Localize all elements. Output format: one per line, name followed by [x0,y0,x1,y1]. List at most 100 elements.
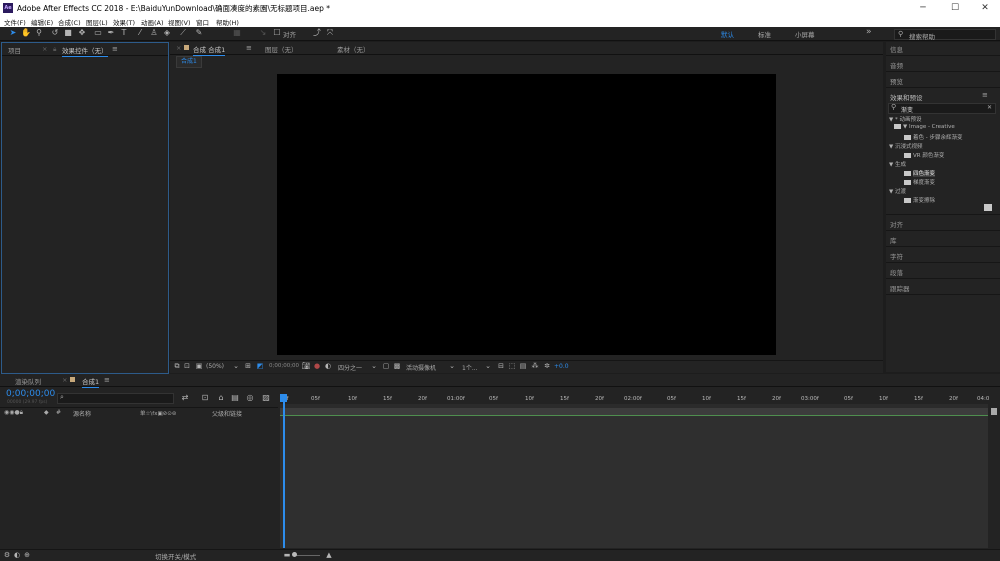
frame-blending-icon[interactable]: ▤ [230,393,240,403]
transparency-toggle-icon[interactable]: ▩ [392,361,402,371]
close-button[interactable]: ✕ [970,0,1000,16]
tree-item[interactable]: 梯度渐变 [904,178,935,186]
camera-caret-icon[interactable]: ⌄ [447,361,457,371]
panel-paragraph[interactable]: 段落 [890,267,903,277]
panel-align[interactable]: 对齐 [890,219,903,229]
minimize-button[interactable]: ─ [908,0,938,16]
views-caret-icon[interactable]: ⌄ [483,361,493,371]
tree-item-selected[interactable]: 四色渐变 [904,169,936,177]
fast-previews-icon[interactable]: ⬚ [507,361,517,371]
panel-menu-icon[interactable]: ≡ [112,45,118,53]
type-tool-icon[interactable]: T [119,28,129,38]
tree-item[interactable]: ▼ 沉浸式视频 [889,142,922,150]
effects-search-field[interactable]: ⚲ 渐变 ✕ [888,103,996,114]
workspace-standard[interactable]: 标准 [758,29,771,39]
toggle-stretch-icon[interactable]: ⊕ [22,550,32,560]
rotate-tool-icon[interactable]: ↺ [50,28,60,38]
timeline-panel-menu-icon[interactable]: ≡ [104,376,110,384]
toggle-switches-icon[interactable]: ⚙ [2,550,12,560]
effects-panel-menu-icon[interactable]: ≡ [982,91,988,99]
flowchart-icon[interactable]: ⁂ [530,361,540,371]
menu-edit[interactable]: 编辑(E) [31,17,53,27]
magnification-dropdown[interactable]: (50%) [206,363,224,370]
always-preview-icon[interactable]: ⧉ [172,361,182,371]
comp-mini-flowchart-icon[interactable]: ⇄ [180,393,190,403]
more-workspaces-button[interactable]: » [866,27,872,37]
composition-canvas[interactable] [277,74,776,355]
tree-item[interactable]: ▼ Image - Creative [894,124,955,130]
zoom-tool-icon[interactable]: ⚲ [34,28,44,38]
eraser-tool-icon[interactable]: ◈ [162,28,172,38]
timeline-search-field[interactable]: ⌕ [57,393,174,404]
extend-icon[interactable]: ↘ [258,28,268,38]
tab-render-queue[interactable]: 渲染队列 [15,376,41,386]
graph-editor-icon[interactable]: ▨ [261,393,271,403]
zoom-slider-handle[interactable] [292,552,297,557]
tab-timeline-comp[interactable]: 合成1 [82,376,100,388]
layer-list[interactable] [0,418,278,548]
lock-icon[interactable]: 🔒︎ [53,45,56,54]
resolution-dropdown[interactable]: 四分之一 [338,363,362,372]
tree-item[interactable]: 着色 - 步骤余辉渐变 [904,133,962,141]
safe-margins-icon[interactable]: ⊞ [243,361,253,371]
av-features-icon[interactable]: ◉◉●🔒︎ [4,409,23,417]
pen-tool-icon[interactable]: ✒ [106,28,116,38]
panel-info[interactable]: 信息 [890,44,903,54]
anchor-tool-icon[interactable]: ✥ [77,28,87,38]
motion-blur-icon[interactable]: ◎ [245,393,255,403]
zoom-in-icon[interactable]: ▲ [324,550,334,560]
shy-layers-icon[interactable]: ⌂ [216,393,226,403]
panel-character[interactable]: 字符 [890,251,903,261]
puppet-tool-icon[interactable]: ✎ [194,28,204,38]
tab-effect-controls[interactable]: 效果控件（无） [62,45,108,57]
mask-visibility-icon[interactable]: ▣ [194,361,204,371]
clone-stamp-tool-icon[interactable]: ♙ [149,28,159,38]
resolution-caret-icon[interactable]: ⌄ [231,361,241,371]
tree-item[interactable]: VR 颜色渐变 [904,151,944,159]
comp-duration-bar[interactable] [280,408,988,416]
align-checkbox-icon[interactable]: ☐ [272,28,282,38]
camera-dropdown[interactable]: 活动摄像机 [406,363,436,372]
snap-icon[interactable]: ⤴ [312,28,322,38]
timeline-tracks[interactable] [280,416,988,548]
close-icon[interactable]: × [42,45,47,53]
tab-project[interactable]: 项目 [8,45,21,55]
zoom-slider-track[interactable] [294,555,320,556]
menu-view[interactable]: 视图(V) [168,17,191,27]
menu-animation[interactable]: 动画(A) [141,17,164,27]
clear-search-icon[interactable]: ✕ [987,104,992,111]
camera-tool-icon[interactable]: ■ [63,28,73,38]
time-ruler[interactable]: 0f 05f 10f 15f 20f 01:00f 05f 10f 15f 20… [280,392,989,404]
panel-tracker[interactable]: 跟踪器 [890,283,910,293]
composition-breadcrumb[interactable]: 合成1 [176,56,202,68]
timeline-icon[interactable]: ▤ [518,361,528,371]
rectangle-tool-icon[interactable]: ▭ [93,28,103,38]
tree-item[interactable]: 渐变擦除 [904,196,935,204]
comp-end-marker-icon[interactable] [991,408,997,415]
show-channel-icon[interactable]: ● [312,361,322,371]
viewer-panel-menu-icon[interactable]: ≡ [246,44,252,52]
panel-effects-presets-title[interactable]: 效果和预设 [890,92,923,102]
tree-item[interactable]: ▼ 过渡 [889,187,906,195]
draft-3d-icon[interactable]: ⊡ [200,393,210,403]
snapping-icon[interactable]: ▦ [232,28,242,38]
tab-footage[interactable]: 素材（无） [337,44,370,54]
grid-overlay-icon[interactable]: ⊡ [182,361,192,371]
views-dropdown[interactable]: 1个... [462,363,478,372]
tab-layer[interactable]: 图层（无） [265,44,298,54]
workspace-default[interactable]: 默认 [721,29,734,39]
current-time-indicator[interactable] [283,394,285,548]
menu-window[interactable]: 窗口 [196,17,209,27]
close-icon[interactable]: × [62,376,67,384]
transparency-grid-icon[interactable]: ◩ [255,361,265,371]
resolution-caret-icon[interactable]: ⌄ [369,361,379,371]
menu-layer[interactable]: 图层(L) [86,17,108,27]
toggle-pixel-aspect-icon[interactable]: ⊟ [496,361,506,371]
maximize-button[interactable]: ☐ [940,0,970,16]
tab-composition[interactable]: 合成 合成1 [193,44,226,56]
expand-icon[interactable]: ⤧ [325,28,335,38]
zoom-out-icon[interactable]: ▬ [282,550,292,560]
tree-item[interactable]: ▼ * 动画预设 [889,115,921,123]
current-time-readout[interactable]: 0;00;00;00 [269,363,299,369]
exposure-value[interactable]: +0.0 [554,363,569,370]
